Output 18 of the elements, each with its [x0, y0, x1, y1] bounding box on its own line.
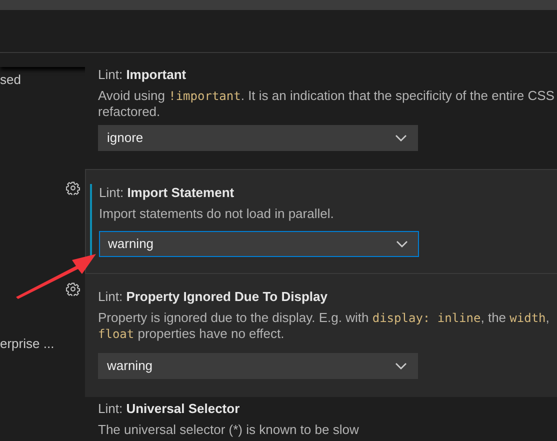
setting-description: The universal selector (*) is known to be slow: [98, 422, 360, 438]
dropdown[interactable]: warning: [98, 353, 418, 379]
setting-title: Lint: Universal Selector: [98, 401, 241, 417]
dropdown[interactable]: warning: [99, 231, 419, 257]
settings-icon[interactable]: [66, 282, 80, 296]
chevron-down-icon: [395, 362, 407, 370]
dropdown[interactable]: ignore: [98, 125, 418, 151]
sidebar-item[interactable]: erprise ...: [0, 336, 60, 352]
chevron-down-icon: [396, 240, 408, 248]
sidebar-item[interactable]: sed: [0, 72, 60, 88]
setting-title: Lint: Important: [98, 67, 188, 83]
chevron-down-icon: [395, 134, 407, 142]
setting-description: Avoid using !important. It is an indication that the specificity of the entire CSS refactored.: [98, 88, 556, 120]
settings-icon[interactable]: [66, 181, 80, 195]
setting-description: Import statements do not load in parallel.: [99, 206, 335, 222]
setting-title: Lint: Import Statement: [99, 185, 236, 201]
setting-title: Lint: Property Ignored Due To Display: [98, 289, 328, 305]
setting-description: Property is ignored due to the display. E.g. with display: inline, the width, float properties have no effect.: [98, 310, 550, 342]
